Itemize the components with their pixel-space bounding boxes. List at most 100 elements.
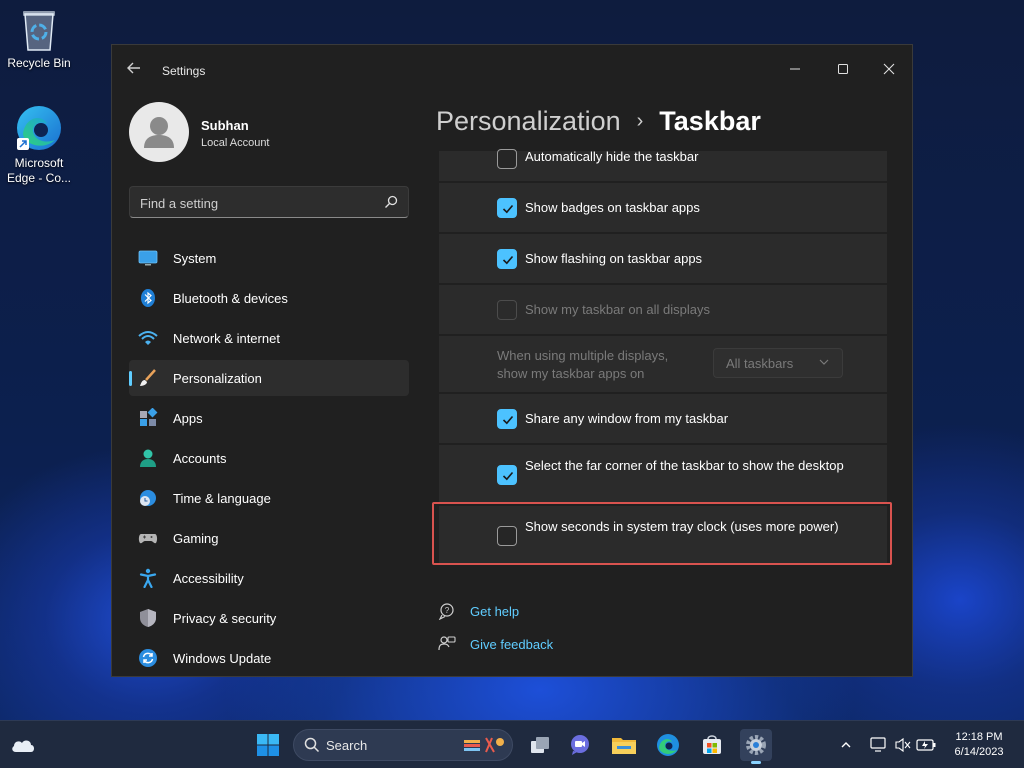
battery-charging-icon [916, 739, 936, 751]
auto-hide-checkbox[interactable] [497, 149, 517, 169]
nav-label: Gaming [173, 530, 219, 546]
back-button[interactable] [126, 60, 146, 80]
page-title: Taskbar [659, 106, 761, 136]
setting-label: Show my taskbar on all displays [525, 302, 710, 317]
network-status-button[interactable] [866, 737, 892, 753]
nav-label: Accounts [173, 450, 227, 466]
badges-checkbox[interactable] [497, 198, 517, 218]
get-help-link[interactable]: ? Get help [437, 601, 519, 621]
chevron-right-icon: › [636, 110, 644, 132]
brush-icon [138, 368, 158, 388]
search-icon[interactable] [384, 195, 398, 209]
arrow-left-icon [127, 62, 140, 74]
setting-row-share-window[interactable]: Share any window from my taskbar [439, 394, 887, 443]
maximize-button[interactable] [820, 53, 866, 85]
checkmark-icon [502, 204, 514, 214]
edge-icon [15, 104, 63, 152]
avatar[interactable] [129, 102, 189, 162]
nav-item-personalization[interactable]: Personalization [129, 360, 409, 396]
taskbar: Search 12:18 PM 6/14/2023 [0, 720, 1024, 768]
setting-row-flashing[interactable]: Show flashing on taskbar apps [439, 234, 887, 283]
apps-icon [138, 408, 158, 428]
setting-row-auto-hide[interactable]: Automatically hide the taskbar [439, 149, 887, 181]
speaker-muted-icon [895, 737, 911, 753]
cloud-icon [12, 740, 34, 752]
minimize-icon [790, 68, 800, 70]
settings-nav: System Bluetooth & devices Network & int… [129, 240, 409, 676]
nav-item-privacy-security[interactable]: Privacy & security [129, 600, 409, 636]
nav-item-time-language[interactable]: Time & language [129, 480, 409, 516]
setting-label: Automatically hide the taskbar [525, 149, 699, 164]
taskbar-search-label: Search [326, 737, 368, 753]
windows-logo-icon [257, 734, 279, 756]
recycle-bin-label: Recycle Bin [7, 56, 71, 70]
close-icon [883, 63, 895, 75]
start-button[interactable] [252, 729, 284, 761]
system-tray [836, 721, 938, 768]
teams-chat-button[interactable] [564, 729, 596, 761]
dropdown-value: All taskbars [726, 356, 794, 371]
setting-label: Select the far corner of the taskbar to … [525, 458, 844, 473]
volume-button[interactable] [892, 737, 914, 753]
task-view-button[interactable] [524, 729, 556, 761]
far-corner-checkbox[interactable] [497, 465, 517, 485]
flashing-checkbox[interactable] [497, 249, 517, 269]
nav-item-network[interactable]: Network & internet [129, 320, 409, 356]
edge-shortcut[interactable]: Microsoft Edge - Co... [0, 104, 78, 186]
taskbar-clock[interactable]: 12:18 PM 6/14/2023 [944, 730, 1014, 760]
nav-item-accounts[interactable]: Accounts [129, 440, 409, 476]
chevron-down-icon [819, 359, 829, 365]
taskbar-search-box[interactable]: Search [293, 729, 513, 761]
edge-taskbar-button[interactable] [652, 729, 684, 761]
user-avatar-icon [144, 117, 174, 148]
checkmark-icon [502, 471, 514, 481]
weather-widget-button[interactable] [7, 729, 39, 761]
account-type: Local Account [201, 137, 270, 149]
minimize-button[interactable] [772, 53, 818, 85]
bluetooth-icon [138, 288, 158, 308]
file-explorer-button[interactable] [608, 729, 640, 761]
nav-label: Time & language [173, 490, 271, 506]
nav-label: Bluetooth & devices [173, 290, 288, 306]
give-feedback-link[interactable]: Give feedback [437, 634, 553, 654]
nav-item-windows-update[interactable]: Windows Update [129, 640, 409, 676]
settings-search-input[interactable] [140, 194, 370, 212]
nav-item-system[interactable]: System [129, 240, 409, 276]
recycle-bin-shortcut[interactable]: Recycle Bin [0, 8, 78, 71]
settings-search-box[interactable] [129, 186, 409, 218]
nav-item-bluetooth[interactable]: Bluetooth & devices [129, 280, 409, 316]
nav-item-accessibility[interactable]: Accessibility [129, 560, 409, 596]
close-button[interactable] [866, 53, 912, 85]
gamepad-icon [138, 528, 158, 548]
chat-icon [571, 735, 589, 755]
checkmark-icon [502, 255, 514, 265]
clock-time: 12:18 PM [955, 731, 1003, 743]
feedback-icon [437, 634, 457, 654]
nav-label: Apps [173, 410, 203, 426]
task-view-icon [531, 737, 549, 753]
wifi-icon [138, 328, 158, 348]
setting-row-multiple-displays: When using multiple displays, show my ta… [439, 336, 887, 392]
setting-row-far-corner[interactable]: Select the far corner of the taskbar to … [439, 445, 887, 504]
nav-item-apps[interactable]: Apps [129, 400, 409, 436]
settings-taskbar-button[interactable] [740, 729, 772, 764]
taskbar-apps-dropdown: All taskbars [713, 348, 843, 378]
window-title: Settings [162, 64, 206, 78]
checkmark-icon [502, 415, 514, 425]
battery-button[interactable] [914, 738, 938, 752]
setting-row-badges[interactable]: Show badges on taskbar apps [439, 183, 887, 232]
maximize-icon [838, 64, 848, 74]
user-name: Subhan [201, 118, 249, 133]
edge-shortcut-label: Microsoft Edge - Co... [6, 156, 72, 185]
help-headset-icon: ? [437, 601, 457, 621]
monitor-icon [138, 248, 158, 268]
highlight-annotation-box [432, 502, 892, 565]
breadcrumb-parent-link[interactable]: Personalization [436, 103, 621, 139]
store-button[interactable] [696, 729, 728, 761]
svg-text:?: ? [445, 606, 450, 615]
nav-item-gaming[interactable]: Gaming [129, 520, 409, 556]
show-hidden-icons-button[interactable] [836, 739, 856, 751]
share-window-checkbox[interactable] [497, 409, 517, 429]
title-bar: Settings [112, 45, 912, 93]
all-displays-checkbox [497, 300, 517, 320]
